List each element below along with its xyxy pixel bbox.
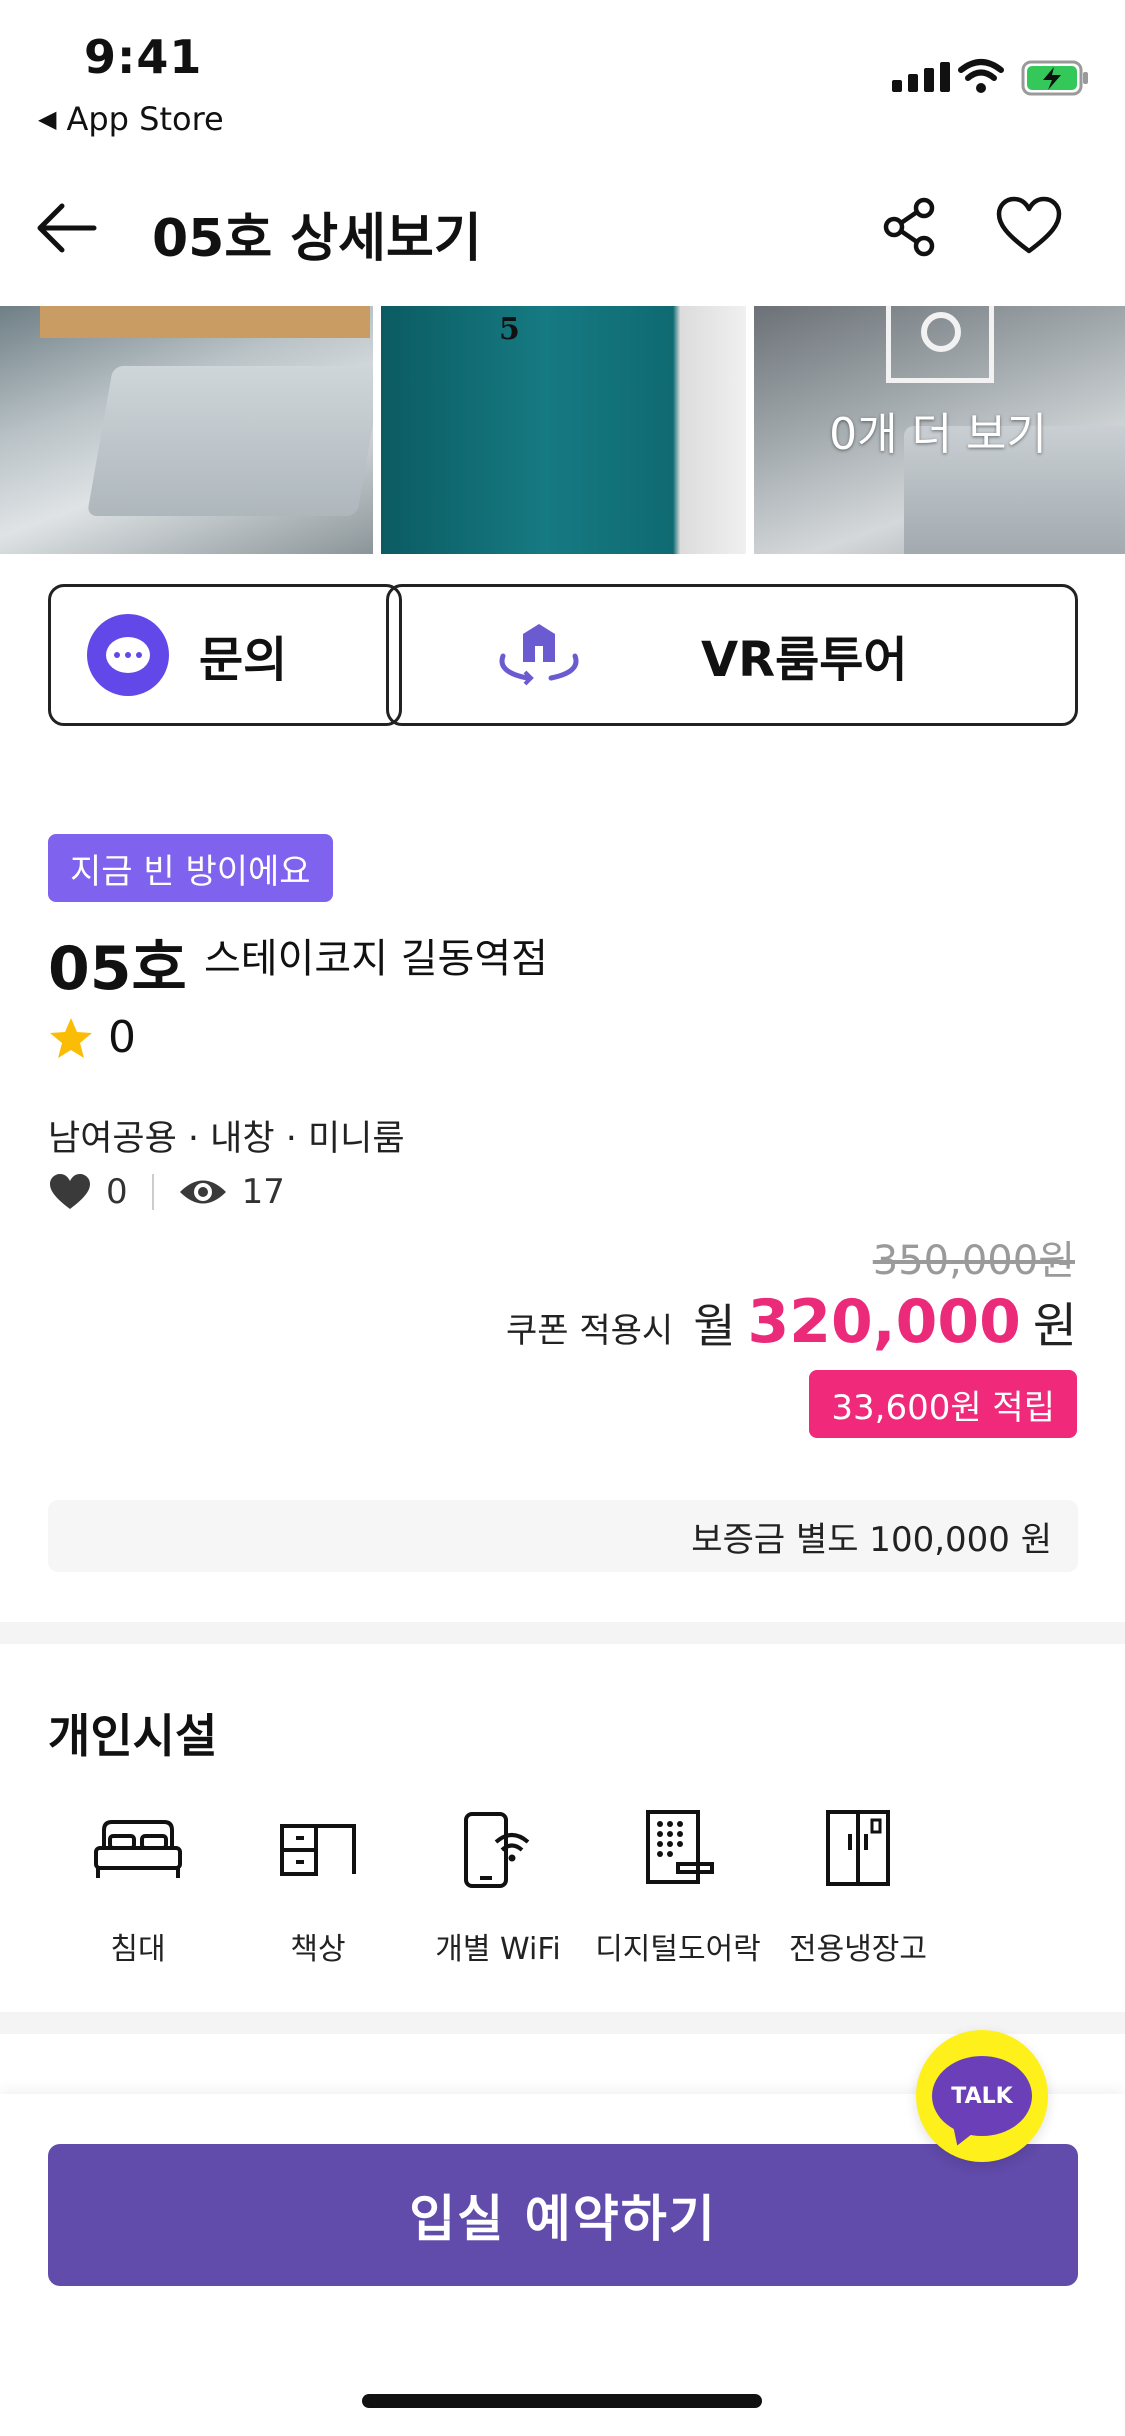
heart-filled-icon bbox=[50, 1174, 90, 1209]
view-count: 17 bbox=[241, 1172, 285, 1212]
back-to-app-link[interactable]: ◀ App Store bbox=[38, 100, 224, 138]
rating-value: 0 bbox=[108, 1012, 136, 1063]
price-amount: 320,000 bbox=[747, 1287, 1021, 1357]
door-number: 5 bbox=[498, 312, 520, 347]
section-divider bbox=[0, 1622, 1125, 1644]
facility-label: 디지털도어락 bbox=[595, 1932, 761, 1967]
deposit-text: 보증금 별도 100,000 원 bbox=[691, 1519, 1052, 1560]
back-triangle-icon: ◀ bbox=[38, 105, 57, 133]
branch-name: 스테이코지 길동역점 bbox=[204, 936, 548, 982]
price-currency: 원 bbox=[1032, 1298, 1077, 1354]
cellular-signal-icon bbox=[892, 62, 950, 92]
phone-wifi-icon bbox=[464, 1812, 530, 1888]
vr-house-icon bbox=[499, 624, 579, 686]
more-photos-link[interactable]: 0개 더 보기 bbox=[829, 398, 1047, 462]
inquiry-label: 문의 bbox=[199, 632, 288, 688]
price-period: 월 bbox=[693, 1299, 736, 1353]
facility-label: 전용냉장고 bbox=[789, 1932, 927, 1967]
room-photo[interactable]: 5 bbox=[380, 306, 746, 554]
talk-label: TALK bbox=[951, 2083, 1013, 2109]
desk-icon bbox=[280, 1824, 356, 1876]
points-badge: 33,600원 적립 bbox=[809, 1370, 1077, 1438]
wifi-icon bbox=[958, 59, 1004, 93]
facility-item: 전용냉장고 bbox=[768, 1806, 948, 1968]
facility-label: 침대 bbox=[110, 1932, 166, 1967]
star-icon bbox=[50, 1017, 92, 1058]
favorite-heart-icon[interactable] bbox=[996, 196, 1062, 256]
page-title: 05호 상세보기 bbox=[152, 209, 482, 269]
room-stats: 0 17 bbox=[48, 1172, 285, 1212]
talk-bubble-icon: TALK bbox=[932, 2056, 1032, 2136]
bed-icon bbox=[94, 1820, 182, 1878]
reserve-button[interactable]: 입실 예약하기 bbox=[48, 2144, 1078, 2286]
original-price: 350,000원 bbox=[872, 1238, 1075, 1284]
inquiry-button[interactable]: 문의 bbox=[48, 584, 402, 726]
price-row: 쿠폰 적용시 월 320,000 원 bbox=[506, 1286, 1077, 1357]
deposit-info: 보증금 별도 100,000 원 bbox=[48, 1500, 1078, 1572]
section-divider bbox=[0, 2012, 1125, 2034]
back-app-label: App Store bbox=[66, 100, 224, 138]
stats-divider bbox=[151, 1174, 154, 1210]
back-arrow-icon[interactable] bbox=[34, 198, 98, 258]
battery-charging-icon bbox=[1021, 60, 1088, 96]
eye-icon bbox=[179, 1180, 226, 1204]
vr-tour-label: VR룸투어 bbox=[701, 632, 908, 688]
room-photo[interactable] bbox=[0, 306, 373, 554]
rating: 0 bbox=[48, 1012, 136, 1063]
share-icon[interactable] bbox=[880, 196, 940, 258]
door-lock-icon bbox=[646, 1810, 714, 1884]
facilities-list: 침대 책상 개별 WiFi 디지털도어락 전용냉장고 bbox=[48, 1806, 948, 1968]
coupon-label: 쿠폰 적용시 bbox=[506, 1311, 674, 1351]
like-count: 0 bbox=[106, 1172, 128, 1212]
facility-item: 침대 bbox=[48, 1806, 228, 1968]
vr-tour-button[interactable]: VR룸투어 bbox=[386, 584, 1078, 726]
chat-bubble-icon bbox=[87, 614, 169, 696]
kakao-talk-button[interactable]: TALK bbox=[916, 2030, 1048, 2162]
facilities-title: 개인시설 bbox=[48, 1709, 218, 1763]
fridge-icon bbox=[826, 1810, 890, 1886]
vacancy-badge: 지금 빈 방이에요 bbox=[48, 834, 333, 902]
facility-item: 개별 WiFi bbox=[408, 1806, 588, 1968]
room-tags: 남여공용 · 내창 · 미니룸 bbox=[48, 1119, 405, 1159]
status-time: 9:41 bbox=[84, 30, 203, 84]
room-number: 05호 bbox=[48, 934, 187, 1004]
facility-item: 디지털도어락 bbox=[588, 1806, 768, 1968]
facility-label: 개별 WiFi bbox=[435, 1932, 561, 1967]
facility-item: 책상 bbox=[228, 1806, 408, 1968]
home-indicator[interactable] bbox=[362, 2394, 762, 2408]
facility-label: 책상 bbox=[290, 1932, 346, 1967]
